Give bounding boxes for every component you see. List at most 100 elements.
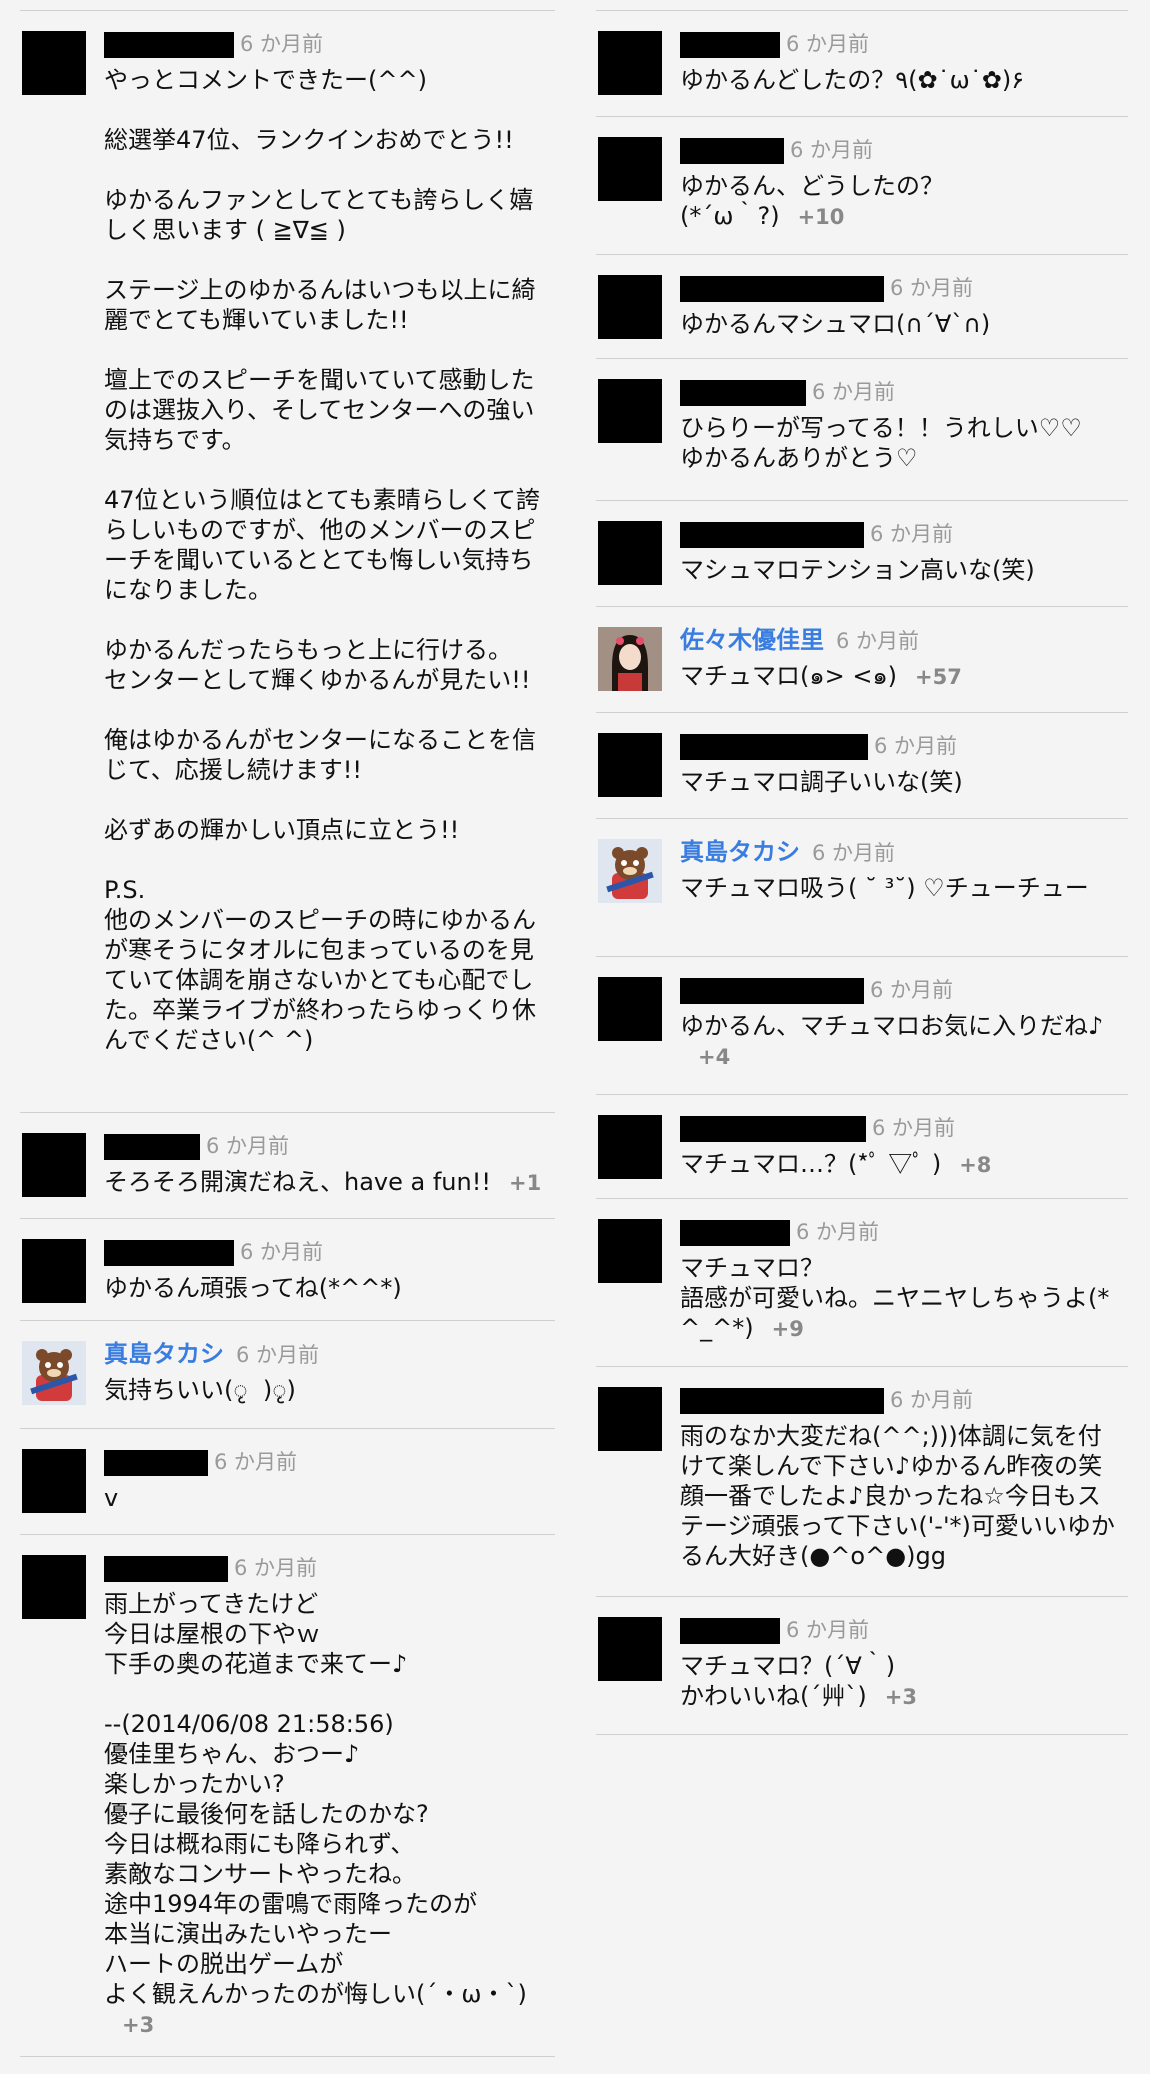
avatar[interactable] bbox=[598, 1387, 662, 1451]
comment-meta: 6 か月前 bbox=[104, 25, 549, 63]
comment-timestamp: 6 か月前 bbox=[890, 1388, 974, 1412]
comment-text: マチュマロ(๑> <๑) +57 bbox=[680, 661, 1122, 692]
avatar[interactable] bbox=[598, 379, 662, 443]
avatar[interactable] bbox=[22, 1555, 86, 1619]
redacted-name bbox=[680, 521, 864, 548]
redacted-name bbox=[680, 379, 806, 406]
comment-item: 6 か月前 マチュマロ…？(*ﾟ ▽ﾟ ) +8 bbox=[596, 1094, 1128, 1198]
column-bottom-divider bbox=[596, 1734, 1128, 1735]
comment-body: ゆかるんマシュマロ(∩´∀`∩) bbox=[680, 310, 991, 338]
plus-count[interactable]: +3 bbox=[122, 2013, 154, 2037]
avatar[interactable] bbox=[598, 521, 662, 585]
comment-meta: 6 か月前 bbox=[680, 269, 1122, 307]
comment-meta: 真島タカシ 6 か月前 bbox=[104, 1335, 549, 1373]
comment-meta: 6 か月前 bbox=[680, 515, 1122, 553]
comment-body: マシュマロテンション高いな(笑) bbox=[680, 556, 1035, 584]
comment-timestamp: 6 か月前 bbox=[870, 978, 954, 1002]
comment-item: 真島タカシ 6 か月前 マチュマロ吸う( ˘ ³˘) ♡チューチュー bbox=[596, 818, 1128, 956]
plus-count[interactable]: +3 bbox=[885, 1685, 917, 1709]
avatar[interactable] bbox=[598, 31, 662, 95]
avatar[interactable] bbox=[598, 733, 662, 797]
comment-text: ゆかるん頑張ってね(*^^*) bbox=[104, 1273, 549, 1303]
comment-body: マチュマロ？(´∀｀) かわいいね(´艸`) bbox=[680, 1652, 896, 1710]
comment-text: 雨のなか大変だね(^^;)))体調に気を付けて楽しんで下さい♪ゆかるん昨夜の笑顔… bbox=[680, 1421, 1122, 1571]
avatar[interactable] bbox=[598, 1617, 662, 1681]
redacted-name bbox=[680, 1617, 780, 1644]
avatar[interactable] bbox=[598, 1219, 662, 1283]
avatar[interactable] bbox=[22, 1239, 86, 1303]
comment-item: 6 か月前 ゆかるん頑張ってね(*^^*) bbox=[20, 1218, 555, 1320]
avatar[interactable] bbox=[598, 275, 662, 339]
comment-item: 6 か月前やっとコメントできたー(^^) 総選挙47位、ランクインおめでとう!!… bbox=[20, 10, 555, 1112]
avatar[interactable] bbox=[598, 1115, 662, 1179]
avatar[interactable] bbox=[598, 977, 662, 1041]
comment-body: マチュマロ吸う( ˘ ³˘) ♡チューチュー bbox=[680, 874, 1089, 902]
comment-meta: 6 か月前 bbox=[680, 971, 1122, 1009]
avatar[interactable] bbox=[22, 31, 86, 95]
avatar[interactable] bbox=[598, 627, 662, 691]
comment-body: マチュマロ？ 語感が可愛いね。ニヤニヤしちゃうよ(*^_^*) bbox=[680, 1254, 1110, 1342]
comment-text: v bbox=[104, 1483, 549, 1513]
comment-timestamp: 6 か月前 bbox=[870, 522, 954, 546]
comment-text: ゆかるん、どうしたの？ (*´ω｀?) +10 bbox=[680, 171, 1122, 232]
redacted-name bbox=[680, 1219, 790, 1246]
plus-count[interactable]: +8 bbox=[959, 1153, 991, 1177]
comment-meta: 6 か月前 bbox=[680, 1611, 1122, 1649]
comment-item: 6 か月前 ゆかるんどしたの？٩(✿˙ω˙✿)۶ bbox=[596, 10, 1128, 116]
comment-text: 雨上がってきたけど 今日は屋根の下やｗ 下手の奥の花道まで来てー♪ --(201… bbox=[104, 1589, 549, 2040]
comment-text: ゆかるんどしたの？٩(✿˙ω˙✿)۶ bbox=[680, 65, 1122, 95]
comment-timestamp: 6 か月前 bbox=[214, 1450, 298, 1474]
comment-timestamp: 6 か月前 bbox=[234, 1556, 318, 1580]
comment-item: 6 か月前雨上がってきたけど 今日は屋根の下やｗ 下手の奥の花道まで来てー♪ -… bbox=[20, 1534, 555, 2056]
comment-meta: 6 か月前 bbox=[680, 25, 1122, 63]
comment-body: そろそろ開演だねえ、have a fun!! bbox=[104, 1168, 491, 1196]
comment-meta: 佐々木優佳里 6 か月前 bbox=[680, 621, 1122, 659]
plus-count[interactable]: +9 bbox=[772, 1317, 804, 1341]
redacted-name bbox=[680, 1387, 884, 1414]
comment-body: ゆかるん、マチュマロお気に入りだね♪ bbox=[680, 1012, 1104, 1040]
plus-count[interactable]: +57 bbox=[915, 665, 962, 689]
comment-meta: 6 か月前 bbox=[104, 1549, 549, 1587]
comment-item: 6 か月前 マチュマロ調子いいな(笑) bbox=[596, 712, 1128, 818]
avatar[interactable] bbox=[22, 1133, 86, 1197]
redacted-name bbox=[680, 1115, 866, 1142]
plus-count[interactable]: +1 bbox=[509, 1171, 541, 1195]
comment-body: マチュマロ(๑> <๑) bbox=[680, 662, 898, 690]
comment-text: やっとコメントできたー(^^) 総選挙47位、ランクインおめでとう!! ゆかるん… bbox=[104, 65, 549, 1055]
comments-page: 6 か月前やっとコメントできたー(^^) 総選挙47位、ランクインおめでとう!!… bbox=[0, 0, 1150, 2074]
redacted-name bbox=[104, 1555, 228, 1582]
comment-timestamp: 6 か月前 bbox=[790, 138, 874, 162]
comment-meta: 6 か月前 bbox=[104, 1443, 549, 1481]
commenter-name[interactable]: 真島タカシ bbox=[680, 838, 800, 866]
comment-item: 6 か月前 v bbox=[20, 1428, 555, 1534]
commenter-name[interactable]: 佐々木優佳里 bbox=[680, 626, 824, 654]
comment-timestamp: 6 か月前 bbox=[874, 734, 958, 758]
redacted-name bbox=[104, 1449, 208, 1476]
comment-body: 雨のなか大変だね(^^;)))体調に気を付けて楽しんで下さい♪ゆかるん昨夜の笑顔… bbox=[680, 1422, 1115, 1570]
comment-timestamp: 6 か月前 bbox=[812, 380, 896, 404]
comment-timestamp: 6 か月前 bbox=[872, 1116, 956, 1140]
avatar[interactable] bbox=[22, 1341, 86, 1405]
plus-count[interactable]: +4 bbox=[698, 1045, 730, 1069]
comment-text: 気持ちいい(ृ )ृ) bbox=[104, 1375, 549, 1405]
comment-item: 6 か月前マチュマロ？ 語感が可愛いね。ニヤニヤしちゃうよ(*^_^*) +9 bbox=[596, 1198, 1128, 1366]
plus-count[interactable]: +10 bbox=[798, 205, 845, 229]
comment-meta: 6 か月前 bbox=[680, 1109, 1122, 1147]
redacted-name bbox=[104, 1239, 234, 1266]
comment-timestamp: 6 か月前 bbox=[240, 32, 324, 56]
commenter-name[interactable]: 真島タカシ bbox=[104, 1340, 224, 1368]
comment-item: 真島タカシ 6 か月前 気持ちいい(ृ )ृ) bbox=[20, 1320, 555, 1428]
avatar[interactable] bbox=[598, 137, 662, 201]
comment-body: 雨上がってきたけど 今日は屋根の下やｗ 下手の奥の花道まで来てー♪ --(201… bbox=[104, 1590, 527, 2008]
comment-body: ひらりーが写ってる！！うれしい♡♡ ゆかるんありがとう♡ bbox=[680, 414, 1082, 472]
comment-meta: 6 か月前 bbox=[104, 1233, 549, 1271]
comment-timestamp: 6 か月前 bbox=[796, 1220, 880, 1244]
redacted-name bbox=[680, 137, 784, 164]
avatar[interactable] bbox=[598, 839, 662, 903]
comment-meta: 6 か月前 bbox=[104, 1127, 549, 1165]
comment-timestamp: 6 か月前 bbox=[786, 1618, 870, 1642]
avatar[interactable] bbox=[22, 1449, 86, 1513]
redacted-name bbox=[680, 31, 780, 58]
comment-text: マチュマロ？(´∀｀) かわいいね(´艸`) +3 bbox=[680, 1651, 1122, 1712]
comment-meta: 6 か月前 bbox=[680, 373, 1122, 411]
